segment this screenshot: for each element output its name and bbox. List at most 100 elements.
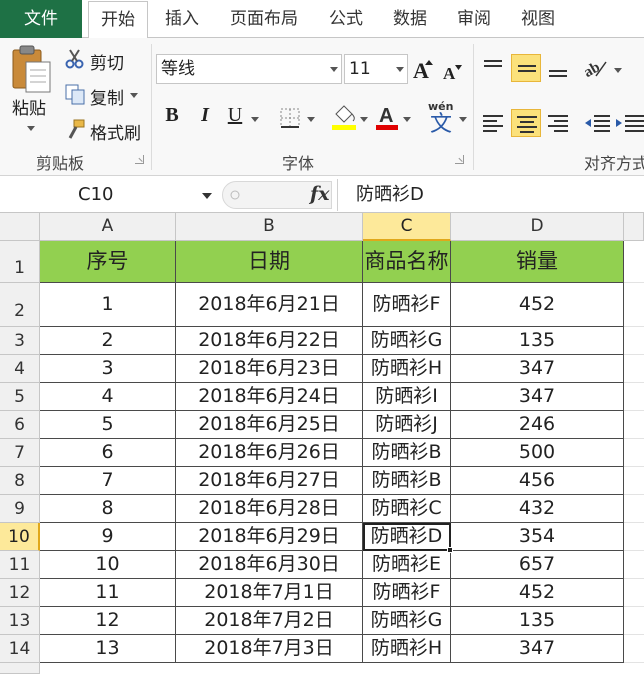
table-header-cell[interactable]: 序号 xyxy=(40,241,176,283)
font-size-combo[interactable]: 11 xyxy=(344,54,408,84)
row-header-12[interactable]: 12 xyxy=(0,579,40,607)
table-cell[interactable]: 防晒衫B xyxy=(363,467,451,495)
column-header-b[interactable]: B xyxy=(176,213,363,241)
copy-button[interactable]: 复制 xyxy=(90,84,124,109)
align-bottom-button[interactable] xyxy=(543,54,573,82)
orientation-icon[interactable]: ab xyxy=(581,56,612,82)
row-header-6[interactable]: 6 xyxy=(0,411,40,439)
table-cell[interactable]: 1 xyxy=(40,283,176,327)
table-cell[interactable]: 135 xyxy=(451,607,624,635)
phonetic-dropdown-arrow[interactable] xyxy=(459,117,467,122)
row-header-2[interactable]: 2 xyxy=(0,283,40,327)
paste-dropdown-arrow[interactable] xyxy=(27,126,35,131)
row-header-13[interactable]: 13 xyxy=(0,607,40,635)
row-header-5[interactable]: 5 xyxy=(0,383,40,411)
table-cell[interactable]: 2018年6月26日 xyxy=(176,439,363,467)
tab-insert[interactable]: 插入 xyxy=(154,0,210,38)
clipboard-launcher-icon[interactable] xyxy=(135,155,144,164)
format-painter-button[interactable]: 格式刷 xyxy=(90,119,141,144)
decrease-indent-button[interactable] xyxy=(583,109,613,137)
table-header-cell[interactable]: 销量 xyxy=(451,241,624,283)
row-header-3[interactable]: 3 xyxy=(0,327,40,355)
font-launcher-icon[interactable] xyxy=(455,155,464,164)
column-header-c[interactable]: C xyxy=(363,213,451,241)
column-header-d[interactable]: D xyxy=(451,213,624,241)
table-cell[interactable]: 2018年6月28日 xyxy=(176,495,363,523)
row-header-11[interactable]: 11 xyxy=(0,551,40,579)
table-cell[interactable]: 246 xyxy=(451,411,624,439)
table-cell[interactable]: 500 xyxy=(451,439,624,467)
align-top-button[interactable] xyxy=(478,54,508,82)
italic-button[interactable]: I xyxy=(193,104,217,127)
table-cell[interactable]: 347 xyxy=(451,383,624,411)
border-icon[interactable] xyxy=(278,106,302,130)
table-cell[interactable]: 防晒衫F xyxy=(363,283,451,327)
underline-dropdown-arrow[interactable] xyxy=(251,117,259,122)
table-cell[interactable]: 防晒衫B xyxy=(363,439,451,467)
table-cell[interactable]: 12 xyxy=(40,607,176,635)
tab-file[interactable]: 文件 xyxy=(0,0,82,38)
align-right-button[interactable] xyxy=(543,109,573,137)
table-cell[interactable]: 2018年7月3日 xyxy=(176,635,363,663)
table-cell[interactable]: 347 xyxy=(451,635,624,663)
align-middle-button[interactable] xyxy=(511,54,541,82)
insert-function-icon[interactable]: fx xyxy=(310,183,330,205)
tab-data[interactable]: 数据 xyxy=(382,0,438,38)
table-cell[interactable]: 347 xyxy=(451,355,624,383)
table-cell[interactable]: 2018年7月2日 xyxy=(176,607,363,635)
table-cell[interactable]: 2018年6月23日 xyxy=(176,355,363,383)
font-name-combo[interactable]: 等线 xyxy=(156,54,342,84)
row-header-4[interactable]: 4 xyxy=(0,355,40,383)
table-header-cell[interactable]: 日期 xyxy=(176,241,363,283)
phonetic-guide-icon[interactable]: wén 文 xyxy=(426,98,460,137)
border-dropdown-arrow[interactable] xyxy=(307,117,315,122)
align-left-button[interactable] xyxy=(478,109,508,137)
formula-input[interactable]: 防晒衫D xyxy=(356,182,424,208)
row-header-14[interactable]: 14 xyxy=(0,635,40,663)
font-color-dropdown-arrow[interactable] xyxy=(403,117,411,122)
table-cell[interactable]: 456 xyxy=(451,467,624,495)
table-cell[interactable]: 防晒衫G xyxy=(363,327,451,355)
row-header-7[interactable]: 7 xyxy=(0,439,40,467)
tab-page-layout[interactable]: 页面布局 xyxy=(218,0,310,38)
row-header-10[interactable]: 10 xyxy=(0,523,40,551)
tab-review[interactable]: 审阅 xyxy=(446,0,502,38)
table-header-cell[interactable]: 商品名称 xyxy=(363,241,451,283)
table-cell[interactable]: 防晒衫G xyxy=(363,607,451,635)
table-cell[interactable]: 3 xyxy=(40,355,176,383)
table-cell[interactable]: 135 xyxy=(451,327,624,355)
chevron-down-icon[interactable] xyxy=(330,67,338,72)
table-cell[interactable]: 防晒衫J xyxy=(363,411,451,439)
table-cell[interactable]: 2018年6月21日 xyxy=(176,283,363,327)
fill-color-icon[interactable] xyxy=(330,102,358,132)
tab-home[interactable]: 开始 xyxy=(88,1,148,39)
tab-formulas[interactable]: 公式 xyxy=(318,0,374,38)
decrease-font-size-icon[interactable]: A xyxy=(442,60,464,83)
table-cell[interactable]: 5 xyxy=(40,411,176,439)
select-all-corner[interactable] xyxy=(0,213,40,241)
table-cell[interactable]: 防晒衫F xyxy=(363,579,451,607)
row-header-15[interactable] xyxy=(0,663,40,674)
row-header-9[interactable]: 9 xyxy=(0,495,40,523)
column-header-a[interactable]: A xyxy=(40,213,176,241)
row-header-1[interactable]: 1 xyxy=(0,241,40,283)
table-cell[interactable]: 防晒衫H xyxy=(363,635,451,663)
table-cell[interactable]: 452 xyxy=(451,579,624,607)
font-color-icon[interactable]: A xyxy=(374,102,400,132)
table-cell[interactable]: 防晒衫I xyxy=(363,383,451,411)
paste-icon[interactable] xyxy=(10,44,54,94)
table-cell[interactable]: 2 xyxy=(40,327,176,355)
underline-button[interactable]: U xyxy=(223,104,247,127)
copy-dropdown-arrow[interactable] xyxy=(130,93,138,98)
table-cell[interactable]: 2018年6月29日 xyxy=(176,523,363,551)
column-header-e[interactable] xyxy=(624,213,644,241)
table-cell[interactable]: 2018年6月30日 xyxy=(176,551,363,579)
table-cell[interactable]: 2018年6月22日 xyxy=(176,327,363,355)
table-cell[interactable]: 9 xyxy=(40,523,176,551)
table-cell[interactable]: 2018年6月27日 xyxy=(176,467,363,495)
table-cell[interactable]: 354 xyxy=(451,523,624,551)
table-cell[interactable]: 2018年6月25日 xyxy=(176,411,363,439)
table-cell[interactable]: 防晒衫E xyxy=(363,551,451,579)
table-cell[interactable]: 10 xyxy=(40,551,176,579)
table-cell[interactable]: 防晒衫C xyxy=(363,495,451,523)
